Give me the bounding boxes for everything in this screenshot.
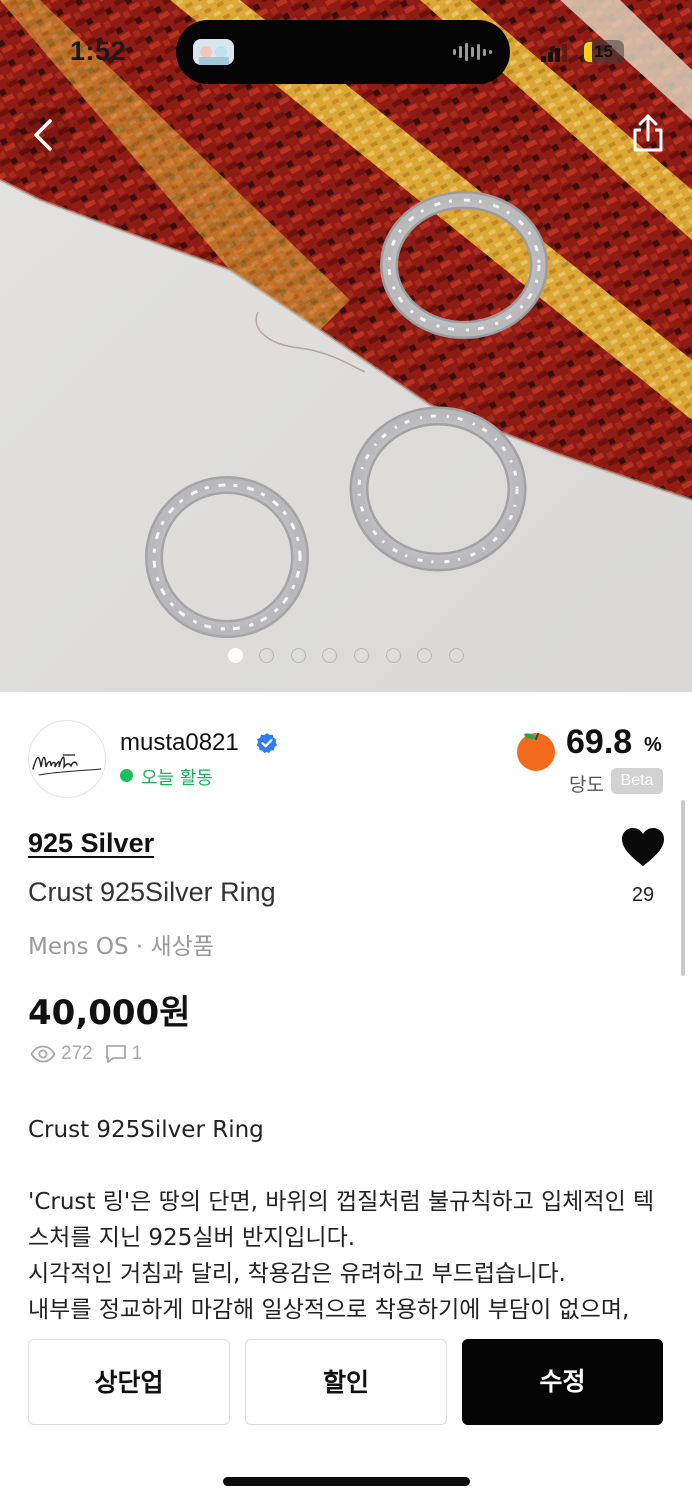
verified-badge-icon	[256, 733, 277, 754]
product-price: 40,000원	[28, 993, 191, 1033]
share-icon	[633, 114, 663, 152]
chevron-left-icon	[34, 119, 52, 151]
description-line: Crust 925Silver Ring	[28, 1117, 264, 1143]
status-time: 1:52	[70, 36, 127, 66]
sweetness-unit: %	[644, 734, 662, 756]
share-button[interactable]	[620, 106, 676, 162]
page-dot[interactable]	[228, 648, 243, 663]
seller-name[interactable]: musta0821	[120, 729, 239, 757]
page-dot[interactable]	[259, 648, 274, 663]
description-line: 스처를 지닌 925실버 반지입니다.	[28, 1225, 356, 1251]
discount-button[interactable]: 할인	[245, 1339, 447, 1425]
bottom-action-bar: 상단업 할인 수정	[0, 1322, 692, 1500]
like-count: 29	[631, 884, 655, 906]
page-dot[interactable]	[322, 648, 337, 663]
seller-section: musta0821 오늘 활동 69.8 % 당도 Beta	[0, 712, 692, 808]
seller-avatar[interactable]	[28, 720, 106, 798]
eye-icon	[30, 1045, 56, 1063]
audio-waveform-icon	[453, 42, 492, 62]
orange-fruit-icon	[517, 733, 555, 771]
product-title: Crust 925Silver Ring	[28, 877, 276, 907]
scrollbar[interactable]	[681, 800, 685, 976]
back-button[interactable]	[14, 106, 72, 164]
sweetness-score: 69.8	[566, 723, 633, 761]
beta-badge: Beta	[611, 768, 663, 794]
page-dot[interactable]	[354, 648, 369, 663]
view-count: 272	[61, 1043, 93, 1064]
product-description: Crust 925Silver Ring 'Crust 링'은 땅의 단면, 바…	[28, 1112, 668, 1328]
now-playing-thumbnail-icon	[193, 39, 234, 65]
description-line: 'Crust 링'은 땅의 단면, 바위의 껍질처럼 불규칙하고 입체적인 텍	[28, 1189, 655, 1215]
product-meta: Mens OS · 새상품	[28, 934, 214, 960]
seller-logo	[32, 754, 102, 776]
battery-level: 15	[594, 42, 613, 61]
product-stats: 272 1	[30, 1042, 154, 1066]
gallery-pagination	[0, 648, 692, 664]
like-button[interactable]	[620, 826, 666, 868]
battery-icon: 15	[582, 40, 624, 64]
status-bar: 1:52 15	[0, 0, 692, 100]
page-dot[interactable]	[417, 648, 432, 663]
page-dot[interactable]	[291, 648, 306, 663]
product-photo	[0, 0, 692, 692]
page-dot[interactable]	[386, 648, 401, 663]
seller-activity: 오늘 활동	[141, 768, 213, 789]
sweetness-label: 당도	[569, 774, 604, 796]
page-dot[interactable]	[449, 648, 464, 663]
bump-button[interactable]: 상단업	[28, 1339, 230, 1425]
home-indicator[interactable]	[223, 1477, 470, 1486]
cellular-signal-icon	[541, 44, 567, 62]
edit-button[interactable]: 수정	[462, 1339, 663, 1425]
dynamic-island	[176, 20, 510, 84]
heart-icon	[622, 828, 664, 866]
description-line: 시각적인 거침과 달리, 착용감은 유려하고 부드럽습니다.	[28, 1261, 566, 1287]
activity-status-dot	[120, 769, 133, 782]
product-image-gallery[interactable]: 1:52 15	[0, 0, 692, 692]
comment-count: 1	[131, 1043, 143, 1064]
brand-link[interactable]: 925 Silver	[28, 828, 154, 859]
chat-bubble-icon	[105, 1045, 126, 1063]
